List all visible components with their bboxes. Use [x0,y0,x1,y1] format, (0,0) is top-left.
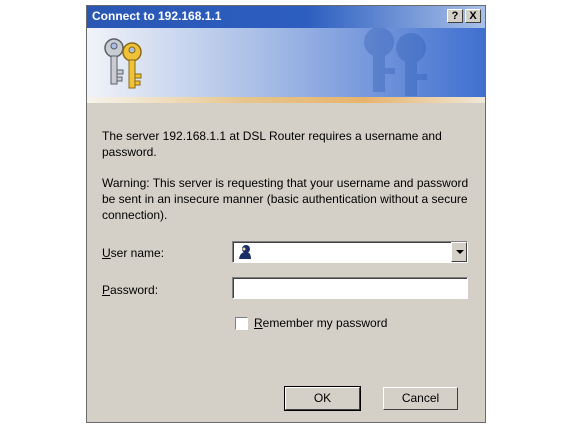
password-label: Password: [102,283,158,297]
remember-checkbox[interactable] [235,317,248,330]
remember-label-text: emember my password [262,316,388,330]
remember-label-accesskey: R [254,316,263,330]
user-icon [239,245,251,259]
cancel-button[interactable]: Cancel [383,387,458,410]
banner [87,28,485,103]
dialog-body: The server 192.168.1.1 at DSL Router req… [87,103,485,422]
username-combo[interactable] [232,241,468,263]
keys-icon [104,38,142,89]
ok-button[interactable]: OK [284,386,361,411]
login-dialog: Connect to 192.168.1.1 ? X The server 19… [86,5,486,423]
username-label: User name: [102,246,164,260]
username-dropdown-button[interactable] [451,242,467,262]
close-button[interactable]: X [465,9,481,23]
chevron-down-icon [456,250,464,254]
window-title: Connect to 192.168.1.1 [92,9,222,23]
warning-message: Warning: This server is requesting that … [102,176,469,222]
help-button[interactable]: ? [447,9,463,23]
password-field[interactable] [232,277,468,299]
username-label-text: ser name: [110,246,165,260]
password-label-accesskey: P [102,283,111,297]
server-message: The server 192.168.1.1 at DSL Router req… [102,129,442,159]
password-label-text: assword: [110,283,159,297]
title-bar[interactable]: Connect to 192.168.1.1 ? X [87,6,485,28]
remember-label[interactable]: Remember my password [254,316,387,330]
username-label-accesskey: U [102,246,111,260]
